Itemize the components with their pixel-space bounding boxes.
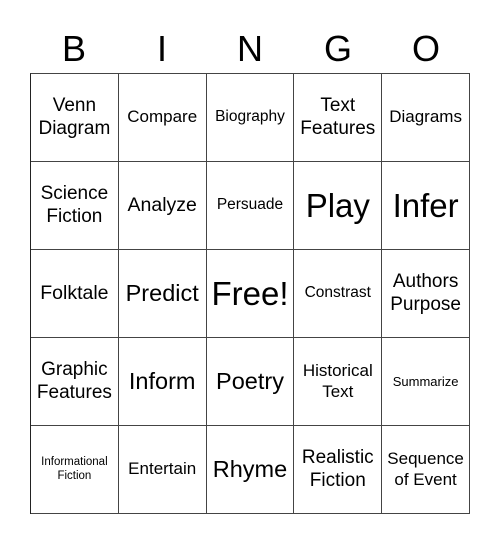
bingo-cell-text: Biography [215, 108, 285, 126]
bingo-cell[interactable]: Rhyme [206, 426, 295, 514]
bingo-cell-text: Rhyme [212, 456, 288, 483]
bingo-cell[interactable]: Venn Diagram [31, 74, 119, 162]
bingo-cell-text: Compare [127, 107, 198, 127]
bingo-cell[interactable]: Informational Fiction [31, 426, 119, 514]
header-letter-n: N [237, 28, 263, 69]
bingo-cell-text: Infer [392, 186, 459, 224]
bingo-cell[interactable]: Graphic Features [31, 338, 119, 426]
bingo-cell[interactable]: Historical Text [294, 338, 383, 426]
bingo-cell-text: Inform [128, 368, 196, 395]
header-letter-i: I [156, 28, 167, 69]
bingo-cell-text: Informational Fiction [41, 455, 108, 482]
bingo-cell[interactable]: Compare [118, 74, 207, 162]
bingo-cell[interactable]: Predict [118, 250, 207, 338]
bingo-cell-text: Entertain [128, 459, 197, 479]
bingo-cell[interactable]: Summarize [382, 338, 470, 426]
bingo-cell[interactable]: Science Fiction [31, 162, 119, 250]
bingo-cell-text: Analyze [127, 193, 197, 216]
bingo-cell[interactable]: Constrast [294, 250, 383, 338]
bingo-cell[interactable]: Inform [118, 338, 207, 426]
header-letter-o: O [411, 28, 440, 69]
bingo-cell-text: Graphic Features [36, 358, 112, 403]
bingo-cell-text: Predict [125, 280, 199, 307]
bingo-cell[interactable]: Poetry [206, 338, 295, 426]
bingo-cell[interactable]: Biography [206, 74, 295, 162]
bingo-cell-text: Summarize [392, 373, 459, 389]
bingo-cell[interactable]: Analyze [118, 162, 207, 250]
bingo-cell[interactable]: Play [294, 162, 383, 250]
bingo-cell[interactable]: Realistic Fiction [294, 426, 383, 514]
bingo-cell[interactable]: Diagrams [382, 74, 470, 162]
bingo-cell[interactable]: Folktale [31, 250, 119, 338]
bingo-cell-text: Constrast [304, 284, 371, 302]
bingo-cell-text: Authors Purpose [390, 270, 461, 315]
bingo-cell[interactable]: Authors Purpose [382, 250, 470, 338]
bingo-header: B I N G O [30, 26, 470, 72]
bingo-cell[interactable]: Persuade [206, 162, 295, 250]
bingo-cell[interactable]: Infer [382, 162, 470, 250]
bingo-cell-text: Play [305, 186, 370, 224]
bingo-cell-text: Text Features [300, 94, 376, 139]
header-letter-b: B [61, 28, 86, 69]
bingo-cell-text: Free! [211, 274, 289, 312]
bingo-cell-text: Venn Diagram [38, 94, 111, 139]
bingo-cell[interactable]: Free! [206, 250, 295, 338]
bingo-grid: Venn Diagram Compare Biography Text Feature… [30, 73, 470, 514]
bingo-cell[interactable]: Text Features [294, 74, 383, 162]
bingo-cell[interactable]: Entertain [118, 426, 207, 514]
bingo-cell-text: Folktale [40, 281, 109, 304]
bingo-cell-text: Science Fiction [40, 182, 109, 227]
bingo-cell-text: Sequence of Event [387, 449, 464, 489]
bingo-cell-text: Historical Text [302, 361, 373, 401]
bingo-cell-text: Persuade [216, 196, 284, 214]
bingo-cell-text: Realistic Fiction [301, 446, 374, 491]
header-letter-g: G [323, 28, 352, 69]
bingo-cell-text: Diagrams [389, 107, 462, 127]
bingo-cell[interactable]: Sequence of Event [382, 426, 470, 514]
bingo-cell-text: Poetry [216, 368, 284, 395]
